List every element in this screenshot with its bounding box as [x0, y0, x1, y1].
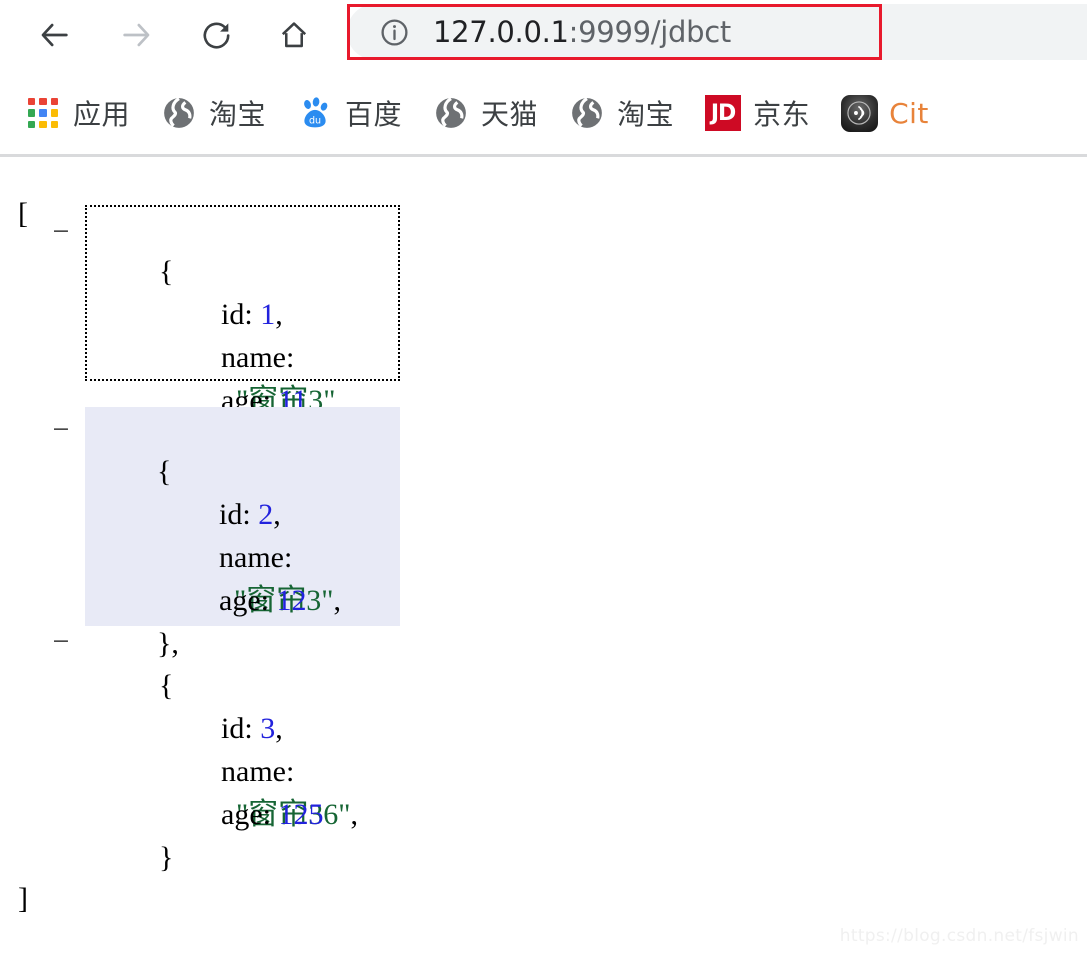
apps-grid-icon — [24, 94, 62, 132]
info-circle-icon[interactable] — [379, 17, 410, 48]
json-object-row: − { id: 2, name: "窗帘3", age: 12 }, — [0, 407, 1087, 660]
jd-icon-text: JD — [705, 95, 742, 131]
jd-icon: JD — [704, 94, 742, 132]
bookmark-taobao-1[interactable]: 淘宝 — [160, 93, 266, 133]
object-open-brace: { — [159, 669, 174, 702]
watermark: https://blog.csdn.net/fsjwin — [839, 926, 1079, 946]
forward-button[interactable] — [107, 6, 165, 64]
back-button[interactable] — [26, 6, 84, 64]
reload-icon — [200, 19, 233, 52]
home-icon — [278, 19, 310, 51]
collapse-toggle-0[interactable]: − — [48, 215, 74, 249]
bookmark-label: Cit — [889, 96, 929, 130]
collapse-toggle-2[interactable]: − — [48, 625, 74, 659]
bookmark-apps[interactable]: 应用 — [24, 93, 130, 133]
bookmark-taobao-2[interactable]: 淘宝 — [568, 93, 674, 133]
json-array-open: [ — [0, 157, 1087, 230]
svg-text:du: du — [309, 116, 321, 127]
bookmark-label: 京东 — [753, 98, 811, 131]
json-viewer: [ − { id: 1, name: "窗帘3", age: 11 }, − — [0, 157, 1087, 958]
json-object-1[interactable]: { id: 2, name: "窗帘3", age: 12 }, — [85, 407, 400, 660]
home-button[interactable] — [265, 6, 323, 64]
globe-icon — [432, 94, 470, 132]
bookmark-label: 百度 — [345, 98, 403, 131]
url-host: 127.0.0.1 — [433, 15, 569, 49]
json-object-2[interactable]: { id: 3, name: "窗帘36", age: 125 } — [85, 619, 400, 874]
object-open-brace: { — [159, 255, 174, 288]
bookmark-baidu[interactable]: du 百度 — [296, 93, 402, 133]
bookmark-citi[interactable]: Cit — [840, 94, 929, 132]
bookmark-jd[interactable]: JD 京东 — [704, 93, 810, 133]
json-object-0[interactable]: { id: 1, name: "窗帘3", age: 11 — [85, 205, 400, 417]
bookmark-label: 天猫 — [481, 98, 539, 131]
bookmark-tmall[interactable]: 天猫 — [432, 93, 538, 133]
bookmark-label: 应用 — [73, 98, 131, 131]
forward-arrow-icon — [119, 18, 153, 52]
baidu-paw-icon: du — [296, 94, 334, 132]
reload-button[interactable] — [187, 6, 245, 64]
globe-icon — [160, 94, 198, 132]
address-bar-text[interactable]: 127.0.0.1:9999/jdbct — [433, 4, 731, 60]
bookmarks-bar: 应用 淘宝 du 百度 天猫 淘宝 JD 京东 Cit — [0, 70, 1087, 156]
json-array-close: ] — [0, 834, 1087, 915]
url-path: :9999/jdbct — [568, 15, 732, 49]
back-arrow-icon — [38, 18, 72, 52]
citi-signal-icon — [840, 94, 878, 132]
globe-icon — [568, 94, 606, 132]
browser-chrome: 127.0.0.1:9999/jdbct 应用 淘宝 du 百度 天猫 淘宝 … — [0, 0, 1087, 157]
bookmark-label: 淘宝 — [209, 98, 267, 131]
object-open-brace: { — [157, 455, 172, 488]
json-object-row: − { id: 1, name: "窗帘3", age: 11 }, — [0, 195, 1087, 458]
collapse-toggle-1[interactable]: − — [48, 413, 74, 447]
navigation-toolbar: 127.0.0.1:9999/jdbct — [0, 0, 1087, 70]
array-close-bracket: ] — [18, 882, 28, 915]
bookmark-label: 淘宝 — [617, 98, 675, 131]
json-object-row: − { id: 3, name: "窗帘36", age: 125 } — [0, 619, 1087, 874]
